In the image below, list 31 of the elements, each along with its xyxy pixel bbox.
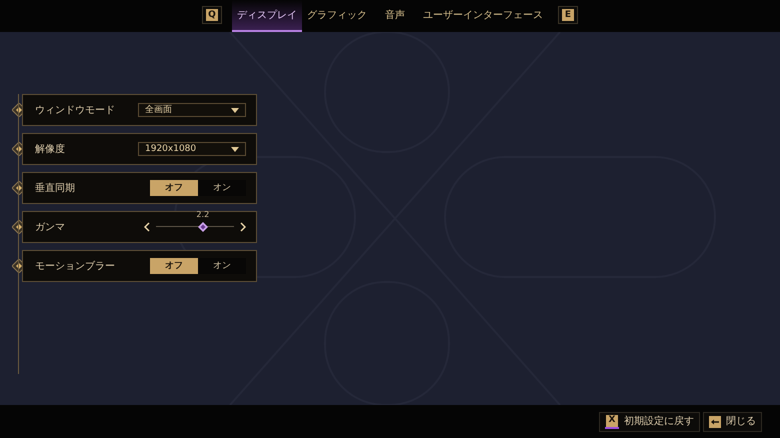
setting-row[interactable]: 垂直同期 オフ オン xyxy=(22,172,257,204)
tab[interactable]: ユーザーインターフェース xyxy=(418,0,548,32)
setting-row[interactable]: ウィンドウモード 全画面 xyxy=(22,94,257,126)
toggle-option[interactable]: オン xyxy=(198,180,246,196)
toggle-option[interactable]: オフ xyxy=(150,180,198,196)
slider-reading: 2.2 xyxy=(196,211,210,219)
caret-down-icon xyxy=(231,108,239,112)
toggle-option[interactable]: オン xyxy=(198,258,246,274)
setting-label: ウィンドウモード xyxy=(35,104,115,118)
dropdown-field[interactable]: 全画面 xyxy=(138,103,246,117)
caret-down-icon xyxy=(231,146,239,152)
previous-arrow[interactable] xyxy=(144,222,150,232)
setting-row[interactable]: モーションブラー オフ オン xyxy=(22,250,257,282)
slider-thumb[interactable] xyxy=(198,222,208,232)
next-arrow[interactable] xyxy=(240,222,246,232)
setting-label: ガンマ xyxy=(35,220,65,234)
setting-row[interactable]: ガンマ 2.2 xyxy=(22,211,257,243)
key-hint[interactable]: Q xyxy=(202,6,222,24)
setting-label: 解像度 xyxy=(35,142,65,156)
back-arrow-key-icon xyxy=(709,416,721,428)
toggle-option[interactable]: オフ xyxy=(150,258,198,274)
tab[interactable]: ディスプレイ xyxy=(232,0,302,32)
key-hint[interactable]: E xyxy=(558,6,578,24)
footer-button[interactable]: X 初期設定に戻す xyxy=(599,412,700,432)
tab[interactable]: グラフィック xyxy=(302,0,372,32)
tab[interactable]: 音声 xyxy=(380,0,410,32)
setting-label: 垂直同期 xyxy=(35,182,75,196)
setting-label: モーションブラー xyxy=(35,260,115,274)
setting-row[interactable]: 解像度 1920x1080 xyxy=(22,133,257,165)
dropdown-field[interactable]: 1920x1080 xyxy=(138,142,246,156)
footer-button[interactable]: 閉じる xyxy=(703,412,762,432)
